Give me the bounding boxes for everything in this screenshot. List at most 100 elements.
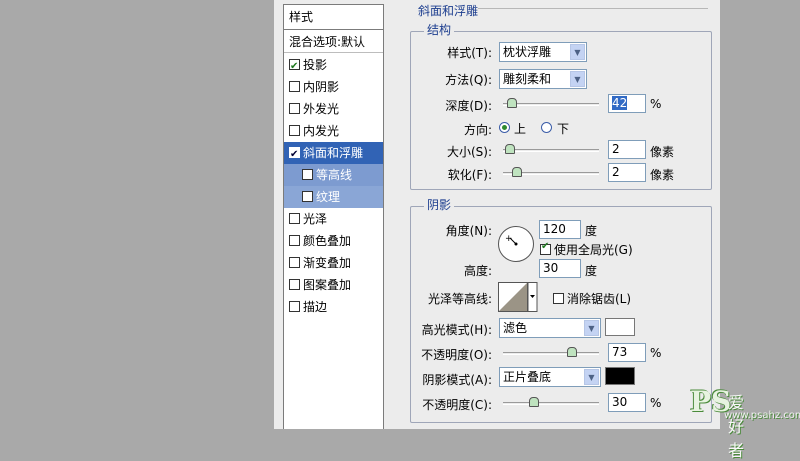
depth-slider-handle[interactable] <box>507 98 517 108</box>
style-item[interactable]: 渐变叠加 <box>284 252 383 274</box>
checkbox-icon[interactable] <box>289 81 300 92</box>
highlight-mode-select[interactable]: 滤色 ▼ <box>499 318 601 338</box>
chevron-down-icon[interactable]: ▼ <box>584 320 599 336</box>
direction-down-radio[interactable] <box>541 122 552 133</box>
direction-up-label[interactable]: 上 <box>514 120 526 137</box>
structure-title: 结构 <box>424 21 455 38</box>
chevron-down-icon[interactable]: ▼ <box>584 369 599 385</box>
style-item[interactable]: 投影 <box>284 54 383 78</box>
section-divider <box>478 8 708 9</box>
soften-input[interactable]: 2 <box>608 163 646 182</box>
checkbox-icon[interactable] <box>289 279 300 290</box>
direction-label: 方向: <box>463 123 492 137</box>
gloss-contour-label: 光泽等高线: <box>427 292 492 306</box>
shadow-color-swatch[interactable] <box>605 367 635 385</box>
checkbox-icon[interactable] <box>302 191 313 202</box>
highlight-opacity-input[interactable]: 73 <box>608 343 646 362</box>
highlight-mode-label: 高光模式(H): <box>421 323 492 337</box>
size-label: 大小(S): <box>446 145 492 159</box>
style-item[interactable]: 描边 <box>284 296 383 318</box>
shadow-opacity-handle[interactable] <box>529 397 539 407</box>
direction-down-label[interactable]: 下 <box>557 120 569 137</box>
chevron-down-icon[interactable]: ▼ <box>570 44 585 60</box>
shadow-mode-value: 正片叠底 <box>503 370 552 384</box>
checkbox-icon[interactable] <box>289 301 300 312</box>
styles-list-panel: 样式 混合选项:默认 投影内阴影外发光内发光斜面和浮雕等高线纹理光泽颜色叠加渐变… <box>283 4 384 429</box>
gloss-contour-picker[interactable] <box>498 282 538 312</box>
size-unit: 像素 <box>650 145 675 159</box>
checkbox-icon[interactable] <box>289 125 300 136</box>
style-item-label: 等高线 <box>316 168 353 182</box>
checkbox-icon[interactable] <box>289 213 300 224</box>
style-item[interactable]: 纹理 <box>284 186 383 208</box>
highlight-opacity-label: 不透明度(O): <box>421 348 492 362</box>
shadow-mode-label: 阴影模式(A): <box>422 373 492 387</box>
altitude-unit: 度 <box>585 264 598 278</box>
style-item-label: 颜色叠加 <box>303 234 352 248</box>
chevron-down-icon[interactable]: ▼ <box>570 71 585 87</box>
size-slider[interactable] <box>503 144 599 154</box>
watermark-name: 爱好者 <box>728 393 745 460</box>
style-item[interactable]: 图案叠加 <box>284 274 383 296</box>
highlight-color-swatch[interactable] <box>605 318 635 336</box>
highlight-mode-value: 滤色 <box>503 321 528 335</box>
svg-text:+: + <box>505 234 513 244</box>
checkbox-icon[interactable] <box>302 169 313 180</box>
soften-unit: 像素 <box>650 168 675 182</box>
size-slider-handle[interactable] <box>505 144 515 154</box>
checkbox-icon[interactable] <box>289 144 300 166</box>
style-item-label: 纹理 <box>316 190 341 204</box>
shadow-opacity-percent: % <box>650 396 662 410</box>
style-item-label: 投影 <box>303 58 328 72</box>
bevel-section-title: 斜面和浮雕 <box>418 4 479 18</box>
angle-dial-icon: + <box>505 234 518 246</box>
depth-label: 深度(D): <box>445 99 492 113</box>
depth-input[interactable]: 42 <box>608 94 646 113</box>
altitude-input[interactable]: 30 <box>539 259 581 278</box>
angle-dial[interactable]: + <box>498 226 534 262</box>
shadow-opacity-slider[interactable] <box>503 397 599 407</box>
blending-options-item[interactable]: 混合选项:默认 <box>284 31 383 53</box>
checkbox-icon[interactable] <box>289 56 300 78</box>
soften-label: 软化(F): <box>447 168 492 182</box>
style-item-label: 内阴影 <box>303 80 340 94</box>
shadow-mode-select[interactable]: 正片叠底 ▼ <box>499 367 601 387</box>
style-item-label: 渐变叠加 <box>303 256 352 270</box>
highlight-opacity-slider[interactable] <box>503 347 599 357</box>
shading-title: 阴影 <box>424 196 455 213</box>
direction-up-radio[interactable] <box>499 122 510 133</box>
highlight-opacity-percent: % <box>650 346 662 360</box>
size-input[interactable]: 2 <box>608 140 646 159</box>
anti-alias-checkbox[interactable]: 消除锯齿(L) <box>553 290 631 307</box>
soften-slider[interactable] <box>503 167 599 177</box>
highlight-opacity-handle[interactable] <box>567 347 577 357</box>
style-item[interactable]: 等高线 <box>284 164 383 186</box>
style-item-label: 光泽 <box>303 212 328 226</box>
technique-label: 方法(Q): <box>445 73 492 87</box>
shadow-opacity-input[interactable]: 30 <box>608 393 646 412</box>
depth-slider[interactable] <box>503 98 599 108</box>
anti-alias-check-icon[interactable] <box>553 293 564 304</box>
style-item[interactable]: 光泽 <box>284 208 383 230</box>
watermark-url: www.psahz.com <box>724 410 800 421</box>
checkbox-icon[interactable] <box>289 235 300 246</box>
contour-curve-icon <box>498 282 538 312</box>
depth-percent: % <box>650 97 662 111</box>
style-item[interactable]: 内发光 <box>284 120 383 142</box>
style-item[interactable]: 外发光 <box>284 98 383 120</box>
angle-input[interactable]: 120 <box>539 220 581 239</box>
technique-select[interactable]: 雕刻柔和 ▼ <box>499 69 587 89</box>
shadow-opacity-label: 不透明度(C): <box>422 398 492 412</box>
global-light-check-icon[interactable] <box>540 241 551 255</box>
global-light-checkbox[interactable]: 使用全局光(G) <box>540 241 633 258</box>
soften-slider-handle[interactable] <box>512 167 522 177</box>
style-item-label: 内发光 <box>303 124 340 138</box>
style-select[interactable]: 枕状浮雕 ▼ <box>499 42 587 62</box>
global-light-label: 使用全局光(G) <box>554 243 633 257</box>
style-item[interactable]: 斜面和浮雕 <box>284 142 383 166</box>
checkbox-icon[interactable] <box>289 257 300 268</box>
styles-header[interactable]: 样式 <box>284 5 383 30</box>
style-item[interactable]: 内阴影 <box>284 76 383 98</box>
checkbox-icon[interactable] <box>289 103 300 114</box>
style-item[interactable]: 颜色叠加 <box>284 230 383 252</box>
